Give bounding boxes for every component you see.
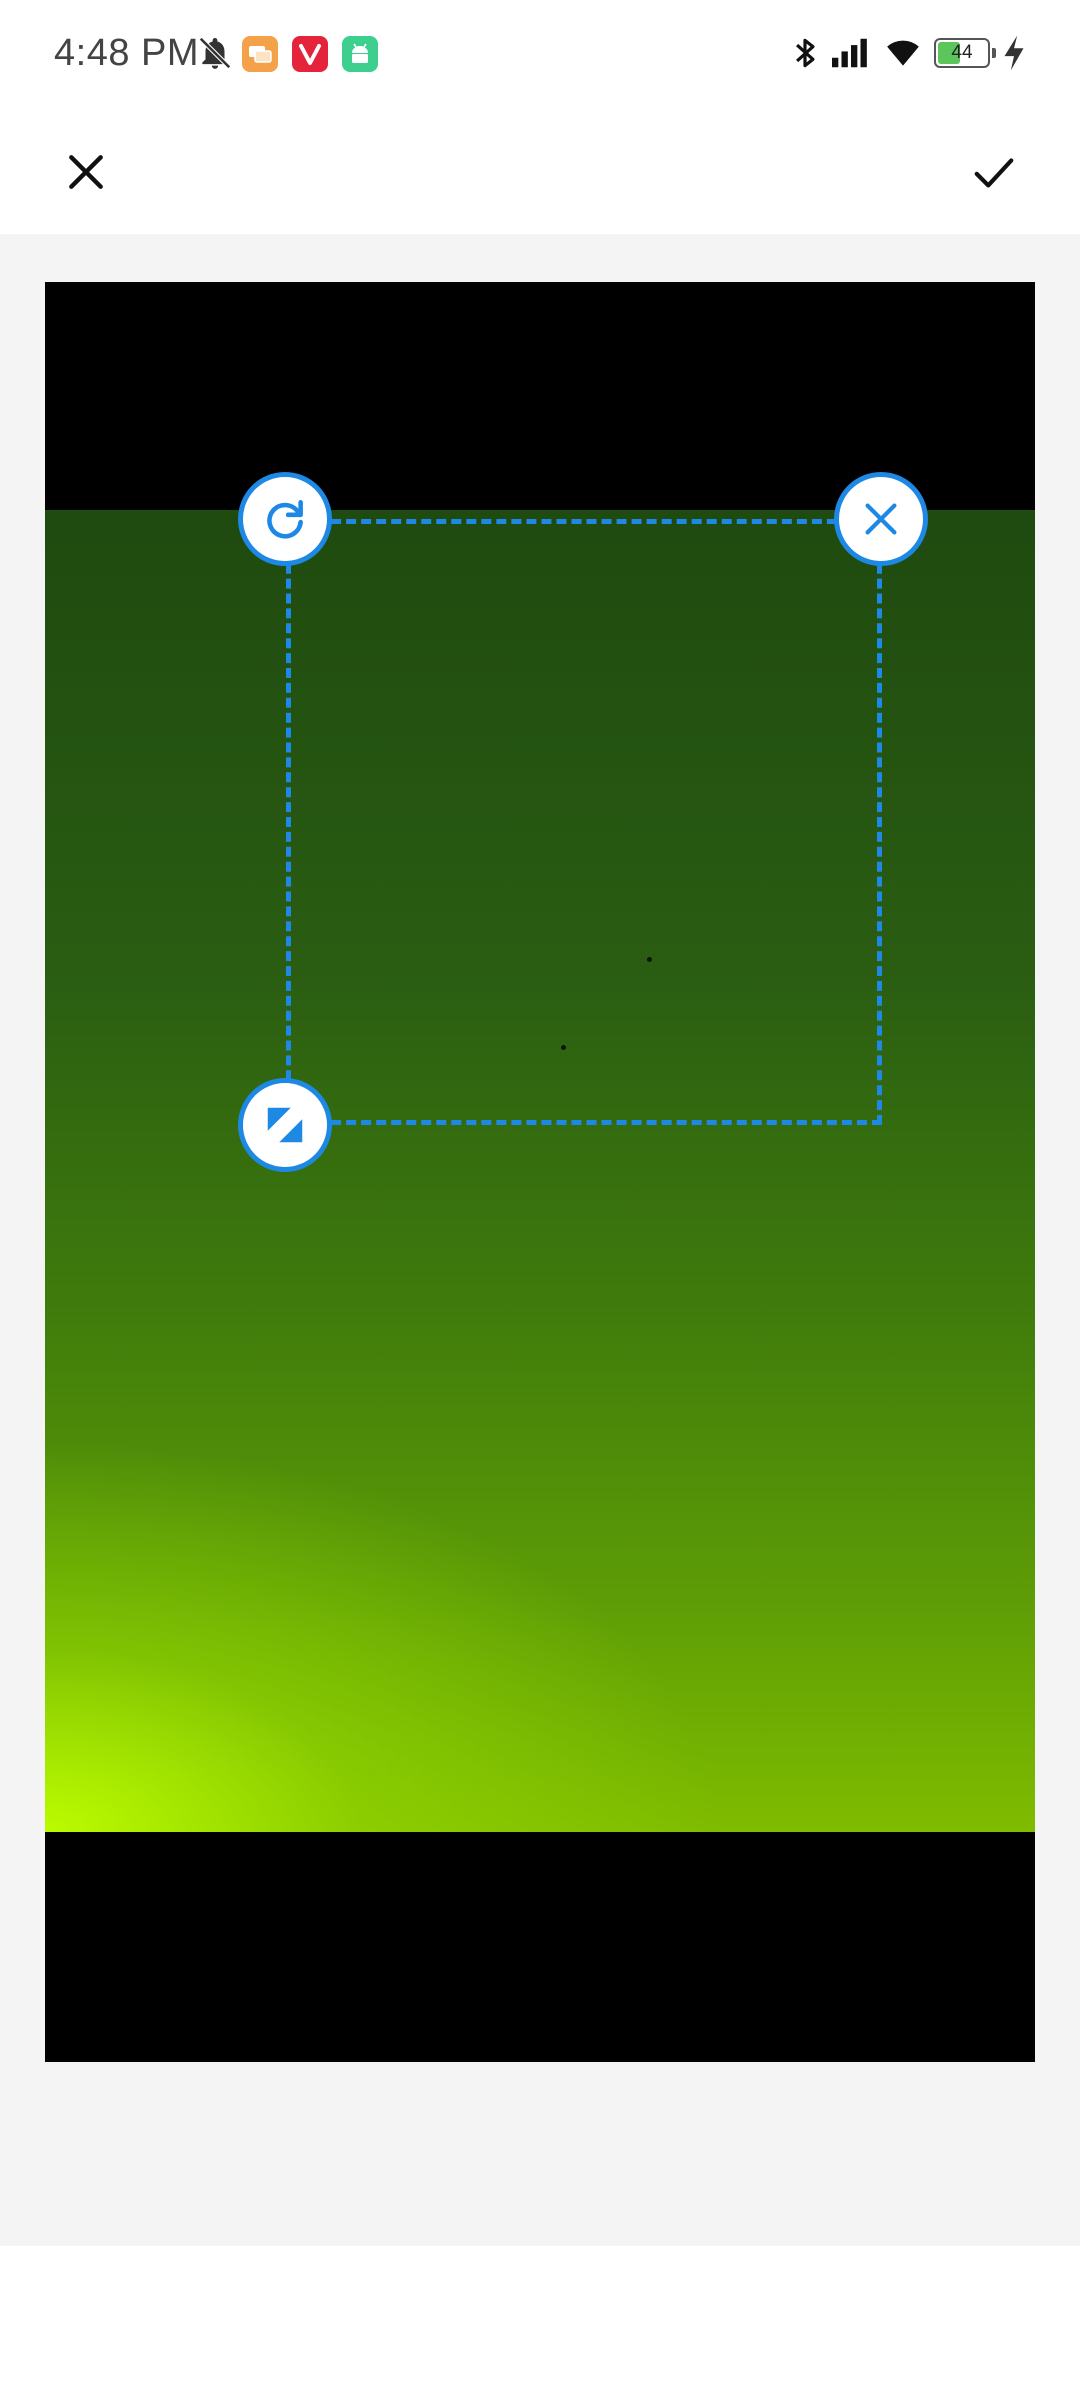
android-app-icon [342,36,378,72]
bottom-panel [0,2246,1080,2400]
resize-icon [267,1107,303,1143]
confirm-button[interactable] [954,132,1034,212]
status-time: 4:48 PM [54,32,200,74]
signal-icon [832,38,867,68]
check-icon [974,158,1014,188]
battery-level: 44 [951,42,973,63]
chat-app-icon [242,36,278,72]
top-app-bar [0,110,1080,234]
bluetooth-icon [796,38,815,68]
wifi-icon [887,40,919,66]
crop-selection-box[interactable] [286,519,882,1125]
vivaldi-app-icon [292,36,328,72]
charging-icon [1004,35,1024,71]
resize-handle[interactable] [238,1078,332,1172]
rotate-icon [267,500,303,539]
close-icon [69,155,103,189]
status-bar: 4:48 PM 44 [0,0,1080,110]
close-icon [865,503,897,535]
remove-selection-handle[interactable] [834,472,928,566]
bell-off-icon [199,37,231,69]
close-button[interactable] [46,132,126,212]
rotate-handle[interactable] [238,472,332,566]
battery-icon: 44 [934,38,996,68]
